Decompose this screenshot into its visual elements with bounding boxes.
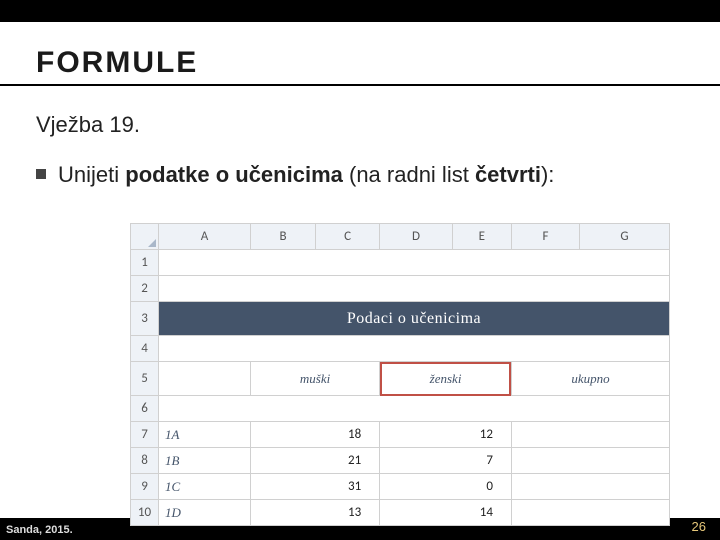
class-cell[interactable]: 1D — [159, 500, 251, 526]
header-male[interactable]: muški — [250, 362, 379, 396]
col-header[interactable]: A — [159, 224, 251, 250]
row-header[interactable]: 6 — [131, 396, 159, 422]
data-row: 10 1D 13 14 — [131, 500, 670, 526]
row-header[interactable]: 1 — [131, 250, 159, 276]
male-cell[interactable]: 13 — [250, 500, 379, 526]
spreadsheet: A B C D E F G 1 2 3 Podaci o učenicima 4… — [130, 223, 670, 526]
select-all-corner[interactable] — [131, 224, 159, 250]
cell[interactable] — [159, 336, 670, 362]
spreadsheet-grid: A B C D E F G 1 2 3 Podaci o učenicima 4… — [130, 223, 670, 526]
cell[interactable] — [159, 396, 670, 422]
data-row: 7 1A 18 12 — [131, 422, 670, 448]
bullet-post: ): — [541, 162, 554, 187]
row-header[interactable]: 8 — [131, 448, 159, 474]
data-row: 8 1B 21 7 — [131, 448, 670, 474]
cell[interactable] — [159, 362, 251, 396]
col-header[interactable]: B — [250, 224, 315, 250]
bullet-mid: (na radni list — [343, 162, 475, 187]
col-header[interactable]: D — [380, 224, 452, 250]
row-header[interactable]: 2 — [131, 276, 159, 302]
footer-page-number: 26 — [692, 519, 706, 534]
row-header[interactable]: 7 — [131, 422, 159, 448]
col-header[interactable]: F — [511, 224, 579, 250]
total-cell[interactable] — [511, 500, 669, 526]
header-female[interactable]: ženski — [380, 362, 512, 396]
row-header[interactable]: 5 — [131, 362, 159, 396]
col-header[interactable]: E — [452, 224, 511, 250]
cell[interactable] — [159, 250, 670, 276]
female-cell[interactable]: 12 — [380, 422, 512, 448]
bullet-marker-icon — [36, 169, 46, 179]
female-cell[interactable]: 14 — [380, 500, 512, 526]
col-header-row: A B C D E F G — [131, 224, 670, 250]
female-cell[interactable]: 0 — [380, 474, 512, 500]
bullet-bold1: podatke o učenicima — [125, 162, 343, 187]
bullet-item: Unijeti podatke o učenicima (na radni li… — [0, 138, 720, 190]
page-title: FORMULE — [0, 22, 720, 86]
row-header[interactable]: 4 — [131, 336, 159, 362]
class-cell[interactable]: 1B — [159, 448, 251, 474]
male-cell[interactable]: 31 — [250, 474, 379, 500]
row-header[interactable]: 3 — [131, 302, 159, 336]
row-header[interactable]: 10 — [131, 500, 159, 526]
total-cell[interactable] — [511, 422, 669, 448]
exercise-subtitle: Vježba 19. — [0, 86, 720, 138]
male-cell[interactable]: 18 — [250, 422, 379, 448]
col-header[interactable]: C — [316, 224, 380, 250]
female-cell[interactable]: 7 — [380, 448, 512, 474]
class-cell[interactable]: 1A — [159, 422, 251, 448]
male-cell[interactable]: 21 — [250, 448, 379, 474]
cell[interactable] — [159, 276, 670, 302]
slide: FORMULE Vježba 19. Unijeti podatke o uče… — [0, 22, 720, 518]
total-cell[interactable] — [511, 448, 669, 474]
header-total[interactable]: ukupno — [511, 362, 669, 396]
bullet-pre: Unijeti — [58, 162, 125, 187]
data-row: 9 1C 31 0 — [131, 474, 670, 500]
col-header[interactable]: G — [579, 224, 669, 250]
bullet-text: Unijeti podatke o učenicima (na radni li… — [58, 160, 554, 190]
merged-title-cell[interactable]: Podaci o učenicima — [159, 302, 670, 336]
bullet-bold2: četvrti — [475, 162, 541, 187]
total-cell[interactable] — [511, 474, 669, 500]
class-cell[interactable]: 1C — [159, 474, 251, 500]
footer-author: Sanda, 2015. — [6, 524, 73, 536]
row-header[interactable]: 9 — [131, 474, 159, 500]
